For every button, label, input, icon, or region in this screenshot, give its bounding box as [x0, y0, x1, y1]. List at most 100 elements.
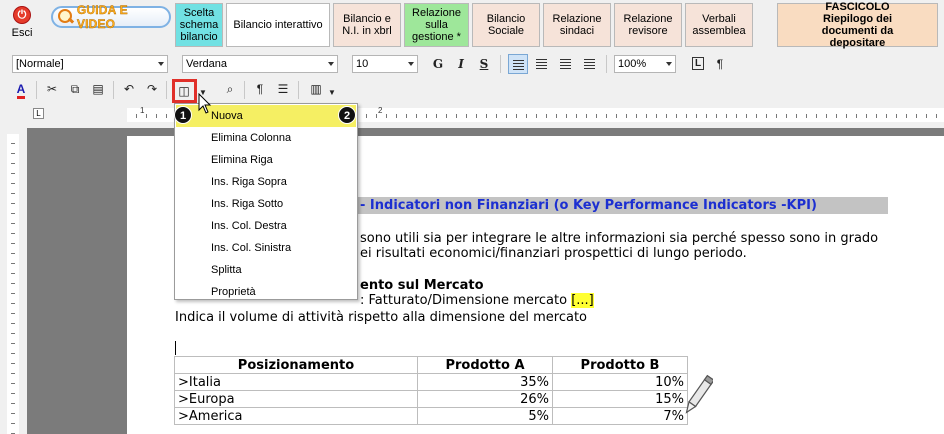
text-cursor: [175, 341, 176, 355]
tab-relazione-revisore[interactable]: Relazione revisore: [614, 3, 682, 47]
tab-bilancio-xbrl[interactable]: Bilancio e N.I. in xbrl: [333, 3, 401, 47]
ruler-number: 2: [378, 106, 383, 115]
description-line: Indica il volume di attività rispetto al…: [175, 310, 588, 325]
tab-relazione-sindaci[interactable]: Relazione sindaci: [543, 3, 611, 47]
table-cell[interactable]: 7%: [552, 407, 688, 425]
paragraph-line-2: ei risultati economici/finanziari prospe…: [360, 246, 747, 261]
exit-label: Esci: [11, 27, 33, 39]
table-cell[interactable]: 26%: [417, 390, 553, 408]
step-badge-1: 1: [174, 106, 192, 124]
kpi-table[interactable]: Posizionamento Prodotto A Prodotto B >It…: [174, 356, 688, 425]
font-size-value: 10: [356, 58, 369, 70]
table-cell[interactable]: >America: [174, 407, 418, 425]
table-header: Posizionamento: [174, 356, 418, 374]
chevron-down-icon: [666, 62, 672, 66]
paste-button[interactable]: ▤: [88, 79, 108, 99]
table-row[interactable]: >Europa 26% 15%: [174, 390, 688, 408]
tab-stop-selector[interactable]: L: [33, 108, 44, 119]
justify-button[interactable]: [579, 54, 599, 74]
font-value: Verdana: [186, 58, 227, 70]
zoom-value: 100%: [618, 58, 647, 70]
menu-item-elimina-colonna[interactable]: Elimina Colonna: [176, 127, 356, 149]
formula-placeholder[interactable]: [...]: [571, 293, 594, 308]
tab-relazione-gestione[interactable]: Relazione sulla gestione *: [404, 3, 469, 47]
chevron-down-icon: [158, 62, 164, 66]
insert-field-button[interactable]: ▥: [306, 79, 326, 99]
separator: [244, 81, 245, 99]
menu-item-ins-col-destra[interactable]: Ins. Col. Destra: [176, 215, 356, 237]
chevron-down-icon: ▼: [328, 88, 336, 97]
pencil-icon: [685, 374, 713, 414]
menu-item-proprieta[interactable]: Proprietà: [176, 281, 356, 303]
magnifier-icon: [57, 8, 75, 26]
table-cell[interactable]: 5%: [417, 407, 553, 425]
paragraph-icon: ¶: [256, 82, 264, 96]
menu-item-ins-riga-sopra[interactable]: Ins. Riga Sopra: [176, 171, 356, 193]
tab-scelta-schema[interactable]: Scelta schema bilancio: [175, 3, 223, 47]
menu-item-elimina-riga[interactable]: Elimina Riga: [176, 149, 356, 171]
redo-icon: ↷: [146, 82, 158, 96]
vertical-ruler-strip: [7, 134, 19, 434]
table-cell[interactable]: >Italia: [174, 373, 418, 391]
table-header-row: Posizionamento Prodotto A Prodotto B: [174, 356, 688, 374]
tab-label: Scelta schema bilancio: [179, 7, 219, 43]
tab-bilancio-interattivo[interactable]: Bilancio interattivo: [226, 3, 330, 47]
fascicolo-button[interactable]: FASCICOLO Riepilogo dei documenti da dep…: [777, 1, 938, 49]
tab-verbali-assemblea[interactable]: Verbali assemblea: [685, 3, 753, 47]
formula-label: : Fatturato/Dimensione mercato: [360, 293, 568, 308]
top-navigation: ⏻ Esci GUIDA E VIDEO Scelta schema bilan…: [0, 0, 944, 49]
format-marks-button[interactable]: L: [688, 54, 708, 74]
table-cell[interactable]: 10%: [552, 373, 688, 391]
font-size-select[interactable]: 10: [352, 55, 418, 73]
cut-button[interactable]: ✂: [42, 79, 62, 99]
bold-button[interactable]: G: [428, 54, 448, 74]
menu-item-splitta[interactable]: Splitta: [176, 259, 356, 281]
separator: [36, 81, 37, 99]
zoom-select[interactable]: 100%: [614, 55, 676, 73]
table-cell[interactable]: 15%: [552, 390, 688, 408]
undo-button[interactable]: ↶: [119, 79, 139, 99]
separator: [166, 81, 167, 99]
tab-label: Relazione sindaci: [552, 13, 602, 37]
find-button[interactable]: ⌕: [220, 79, 240, 99]
exit-button[interactable]: ⏻ Esci: [4, 4, 40, 46]
align-left-button[interactable]: [508, 54, 528, 74]
highlight-box: [172, 79, 197, 103]
table-cell[interactable]: 35%: [417, 373, 553, 391]
font-select[interactable]: Verdana: [182, 55, 338, 73]
tab-label: Relazione revisore: [623, 13, 673, 37]
show-paragraph-button[interactable]: ¶: [710, 54, 730, 74]
menu-item-ins-col-sinistra[interactable]: Ins. Col. Sinistra: [176, 237, 356, 259]
field-menu-dropdown[interactable]: ▼: [326, 81, 338, 101]
tab-label: Bilancio interattivo: [233, 19, 323, 31]
menu-item-ins-riga-sotto[interactable]: Ins. Riga Sotto: [176, 193, 356, 215]
font-color-button[interactable]: A: [11, 79, 31, 99]
italic-button[interactable]: I: [451, 54, 471, 74]
align-right-button[interactable]: [555, 54, 575, 74]
format-mark-icon: L: [691, 57, 705, 70]
redo-button[interactable]: ↷: [142, 79, 162, 99]
tab-label: Verbali assemblea: [692, 13, 746, 37]
section-heading: - Indicatori non Finanziari (o Key Perfo…: [360, 198, 817, 213]
guide-video-button[interactable]: GUIDA E VIDEO: [51, 3, 171, 31]
underline-button[interactable]: S: [474, 54, 494, 74]
table-cell[interactable]: >Europa: [174, 390, 418, 408]
guide-video-label: GUIDA E VIDEO: [76, 3, 128, 31]
tab-bilancio-sociale[interactable]: Bilancio Sociale: [472, 3, 540, 47]
style-select[interactable]: [Normale]: [12, 55, 168, 73]
separator: [113, 81, 114, 99]
bullet-list-button[interactable]: ☰: [273, 79, 293, 99]
paragraph-button[interactable]: ¶: [250, 79, 270, 99]
table-row[interactable]: >Italia 35% 10%: [174, 373, 688, 391]
chevron-down-icon: [328, 62, 334, 66]
align-center-icon: [535, 59, 547, 69]
fascicolo-subtitle: Riepilogo dei documenti da depositare: [821, 13, 894, 49]
table-row[interactable]: >America 5% 7%: [174, 407, 688, 425]
copy-button[interactable]: ⧉: [65, 79, 85, 99]
tab-label: Bilancio Sociale: [486, 13, 526, 37]
ruler-number: 1: [140, 106, 145, 115]
separator: [500, 55, 501, 73]
vertical-ruler: [0, 128, 27, 434]
align-center-button[interactable]: [531, 54, 551, 74]
align-right-icon: [559, 59, 571, 69]
